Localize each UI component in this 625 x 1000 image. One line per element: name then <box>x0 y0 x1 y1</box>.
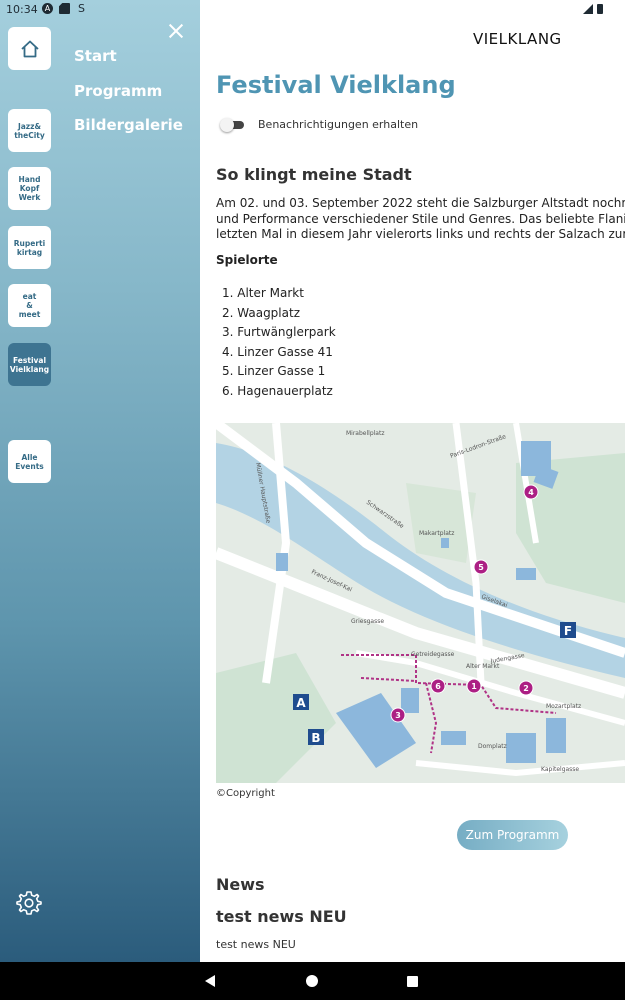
list-item: 1. Alter Markt <box>222 286 304 300</box>
news-item-text: test news NEU <box>216 938 296 951</box>
main-content: VIELKLANG Festival Vielklang Benachricht… <box>200 0 625 962</box>
notification-toggle-label: Benachrichtigungen erhalten <box>258 118 419 131</box>
notification-toggle[interactable] <box>220 117 244 132</box>
status-time: 10:34 <box>6 3 38 16</box>
venues-list: 1. Alter Markt 2. Waagplatz 3. Furtwängl… <box>222 285 336 403</box>
map-graphic: A B F Mirabellplatz Paris-Lodron-Straße … <box>216 423 625 783</box>
tile-hand-kopf-werk[interactable]: Hand Kopf Werk <box>8 167 51 210</box>
list-item: 3. Furtwänglerpark <box>222 325 336 340</box>
tile-label: Hand Kopf Werk <box>18 175 41 202</box>
system-nav-bar <box>0 962 625 1000</box>
sd-card-icon <box>59 3 70 14</box>
street-label: Mirabellplatz <box>346 430 384 437</box>
tile-label: Jazz& theCity <box>14 121 45 140</box>
list-item: 5. Linzer Gasse 1 <box>222 364 326 379</box>
venue-map[interactable]: A B F Mirabellplatz Paris-Lodron-Straße … <box>216 423 625 783</box>
back-icon[interactable] <box>205 975 215 987</box>
signal-icon <box>583 4 593 14</box>
tile-eat-meet[interactable]: eat & meet <box>8 284 51 327</box>
list-item: 4. Linzer Gasse 41 <box>222 344 333 359</box>
tile-festival-vielklang[interactable]: Festival Vielklang <box>8 343 51 386</box>
news-heading: News <box>216 875 265 894</box>
tile-label: Festival Vielklang <box>9 355 50 374</box>
marker-label: 5 <box>478 563 484 572</box>
close-menu-button[interactable] <box>165 20 187 42</box>
tile-label: Ruperti kirtag <box>13 238 46 257</box>
home-button[interactable] <box>8 27 51 70</box>
intro-line: Am 02. und 03. September 2022 steht die … <box>216 196 625 210</box>
street-label: Griesgasse <box>351 618 384 625</box>
program-button[interactable]: Zum Programm <box>457 820 568 850</box>
status-icons: A S <box>42 3 87 14</box>
status-bar: 10:34 A S <box>0 0 625 20</box>
parking-f-label: F <box>564 624 572 638</box>
street-label: Getreidegasse <box>411 651 455 658</box>
venues-title: Spielorte <box>216 253 278 267</box>
page-title: Festival Vielklang <box>216 71 456 99</box>
list-item: 6. Hagenauerplatz <box>222 383 333 398</box>
street-label: Makartplatz <box>419 530 454 537</box>
map-copyright: ©Copyright <box>216 788 275 799</box>
notification-a-icon: A <box>42 3 53 14</box>
parking-a-label: A <box>296 696 306 710</box>
sync-icon: S <box>78 2 85 15</box>
intro-line: und Performance verschiedener Stile und … <box>216 211 625 226</box>
home-icon <box>20 39 40 59</box>
street-label: Alter Markt <box>466 663 500 670</box>
street-label: Mozartplatz <box>546 703 581 710</box>
marker-label: 6 <box>435 682 441 691</box>
gear-icon[interactable] <box>15 889 43 917</box>
map-marker-1[interactable]: 1 <box>466 678 482 694</box>
tile-jazz-the-city[interactable]: Jazz& theCity <box>8 109 51 152</box>
map-marker-4[interactable]: 4 <box>523 484 539 500</box>
marker-label: 4 <box>528 488 534 497</box>
marker-label: 3 <box>395 711 401 720</box>
list-item: 2. Waagplatz <box>222 305 300 320</box>
recent-apps-icon[interactable] <box>407 976 418 987</box>
map-marker-5[interactable]: 5 <box>473 559 489 575</box>
map-marker-3[interactable]: 3 <box>390 707 406 723</box>
intro-line: letzten Mal in diesem Jahr vielerorts li… <box>216 227 625 241</box>
map-marker-2[interactable]: 2 <box>518 680 534 696</box>
marker-label: 2 <box>523 684 529 693</box>
sidebar: Start Programm Bildergalerie Jazz& theCi… <box>0 0 200 962</box>
battery-icon <box>597 4 603 14</box>
section-heading: So klingt meine Stadt <box>216 165 412 184</box>
nav-item-start[interactable]: Start <box>74 44 183 79</box>
parking-b-label: B <box>311 731 320 745</box>
notification-toggle-row: Benachrichtigungen erhalten <box>220 117 419 132</box>
marker-label: 1 <box>471 682 477 691</box>
toggle-knob <box>220 117 234 132</box>
tile-label: Alle Events <box>15 452 44 471</box>
intro-text: Am 02. und 03. September 2022 steht die … <box>216 196 625 243</box>
street-label: Kapitelgasse <box>541 766 579 773</box>
brand-logo[interactable]: VIELKLANG <box>473 30 562 48</box>
nav-item-bildergalerie[interactable]: Bildergalerie <box>74 113 183 148</box>
status-right <box>583 4 603 14</box>
nav-item-programm[interactable]: Programm <box>74 79 183 114</box>
tile-alle-events[interactable]: Alle Events <box>8 440 51 483</box>
street-label: Domplatz <box>478 743 507 750</box>
map-marker-6[interactable]: 6 <box>430 678 446 694</box>
tile-label: eat & meet <box>18 292 41 319</box>
tile-rupertikirtag[interactable]: Ruperti kirtag <box>8 226 51 269</box>
home-circle-icon[interactable] <box>306 975 318 987</box>
news-item-title[interactable]: test news NEU <box>216 907 347 926</box>
sidebar-nav: Start Programm Bildergalerie <box>74 44 183 148</box>
